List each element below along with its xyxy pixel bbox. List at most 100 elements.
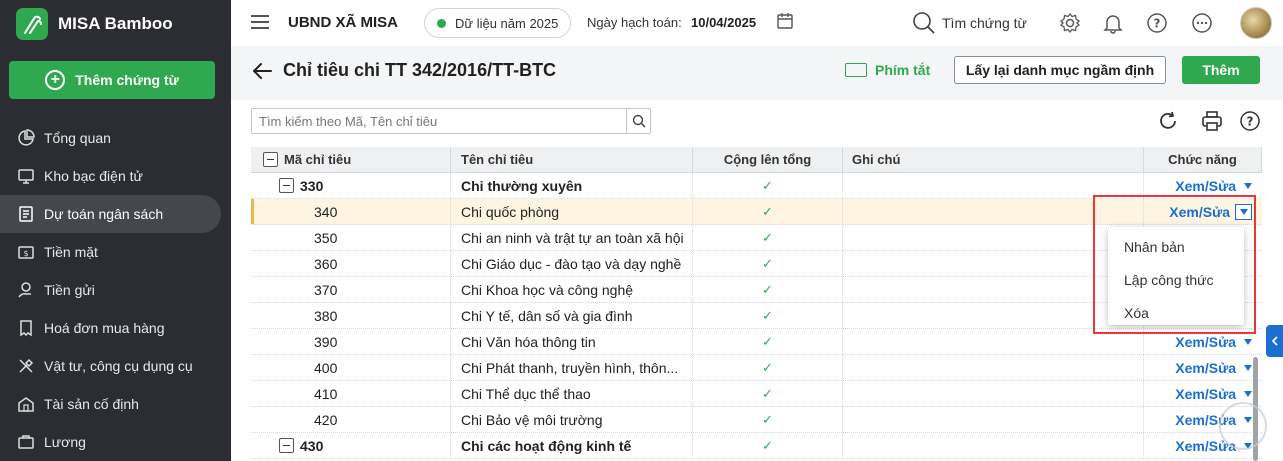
column-header-action: Chức năng xyxy=(1144,147,1262,172)
sidebar-item-deposit[interactable]: Tiền gửi xyxy=(0,271,231,309)
view-edit-link[interactable]: Xem/Sửa xyxy=(1175,178,1236,194)
voucher-search[interactable]: Tìm chứng từ xyxy=(912,11,1027,35)
sidebar-item-label: Tiền gửi xyxy=(44,282,95,298)
accounting-date-value[interactable]: 10/04/2025 xyxy=(691,15,756,30)
menu-item-delete[interactable]: Xóa xyxy=(1108,296,1244,329)
page-title: Chỉ tiêu chi TT 342/2016/TT-BTC xyxy=(283,60,557,80)
chevron-down-icon[interactable] xyxy=(1244,364,1252,371)
column-header-code[interactable]: Mã chỉ tiêu xyxy=(251,147,451,172)
salary-icon xyxy=(16,432,36,452)
cell-sum: ✓ xyxy=(693,277,843,302)
check-icon: ✓ xyxy=(762,411,773,427)
code-text: 420 xyxy=(314,411,338,428)
sidebar-item-assets[interactable]: Tài sản cố định xyxy=(0,385,231,423)
sidebar-item-overview[interactable]: Tổng quan xyxy=(0,119,231,157)
column-header-note[interactable]: Ghi chú xyxy=(843,147,1144,172)
search-button[interactable] xyxy=(626,109,650,133)
brand[interactable]: MISA Bamboo xyxy=(16,8,173,40)
table-row[interactable]: 410 Chi Thể dục thể thao ✓ Xem/Sửa xyxy=(251,381,1262,407)
sidebar-item-treasury[interactable]: Kho bạc điện tử xyxy=(0,157,231,195)
view-edit-link[interactable]: Xem/Sửa xyxy=(1169,204,1230,220)
sidebar-item-salary[interactable]: Lương xyxy=(0,423,231,461)
add-button[interactable]: Thêm xyxy=(1182,56,1260,84)
bell-icon[interactable] xyxy=(1102,12,1124,34)
table-row[interactable]: 400 Chi Phát thanh, truyền hình, thôn... ✓… xyxy=(251,355,1262,381)
help-icon[interactable]: ? xyxy=(1239,110,1261,132)
cell-sum: ✓ xyxy=(693,225,843,250)
search-icon xyxy=(632,114,646,128)
help-icon[interactable]: ? xyxy=(1146,12,1168,34)
menu-item-formula[interactable]: Lập công thức xyxy=(1108,263,1244,296)
cell-note xyxy=(843,199,1144,224)
chevron-down-icon[interactable] xyxy=(1235,203,1252,220)
add-voucher-button[interactable]: + Thêm chứng từ xyxy=(9,61,215,99)
shortcut-button[interactable]: Phím tắt xyxy=(845,62,930,78)
organization-name[interactable]: UBND XÃ MISA xyxy=(288,14,398,31)
table-row[interactable]: 390 Chi Văn hóa thông tin ✓ Xem/Sửa xyxy=(251,329,1262,355)
sidebar-item-tools[interactable]: Vật tư, công cụ dụng cụ xyxy=(0,347,231,385)
side-panel-toggle[interactable] xyxy=(1266,325,1283,357)
calendar-icon[interactable] xyxy=(776,12,794,30)
cell-code: 420 xyxy=(251,407,451,432)
view-edit-link[interactable]: Xem/Sửa xyxy=(1175,360,1236,376)
menu-icon[interactable] xyxy=(251,15,269,29)
reset-default-button[interactable]: Lấy lại danh mục ngầm định xyxy=(954,56,1166,84)
budget-icon xyxy=(16,204,36,224)
table-row[interactable]: 340 Chi quốc phòng ✓ Xem/Sửa xyxy=(251,199,1262,225)
sidebar-item-label: Kho bạc điện tử xyxy=(44,168,143,184)
svg-text:?: ? xyxy=(1247,115,1254,129)
avatar[interactable] xyxy=(1240,7,1272,39)
gear-icon[interactable] xyxy=(1059,12,1081,34)
check-icon: ✓ xyxy=(762,333,773,349)
cell-code: 380 xyxy=(251,303,451,328)
cell-action: Xem/Sửa xyxy=(1144,173,1262,198)
view-edit-link[interactable]: Xem/Sửa xyxy=(1175,386,1236,402)
collapse-icon[interactable] xyxy=(279,438,294,453)
cell-note xyxy=(843,225,1144,250)
status-dot-icon xyxy=(437,18,446,28)
cell-code: 370 xyxy=(251,277,451,302)
cell-sum: ✓ xyxy=(693,355,843,380)
cell-note xyxy=(843,355,1144,380)
sidebar-item-invoice[interactable]: Hoá đơn mua hàng xyxy=(0,309,231,347)
table-row[interactable]: 420 Chi Bảo vệ môi trường ✓ Xem/Sửa xyxy=(251,407,1262,433)
monitor-icon xyxy=(16,166,36,186)
column-header-sum[interactable]: Cộng lên tổng xyxy=(693,147,843,172)
chevron-left-icon xyxy=(1271,336,1278,346)
bamboo-logo-icon xyxy=(16,8,48,40)
table-row[interactable]: 330 Chi thường xuyên ✓ Xem/Sửa xyxy=(251,173,1262,199)
sidebar: MISA Bamboo + Thêm chứng từ Tổng quan Kh… xyxy=(0,0,231,461)
cash-icon: $ xyxy=(16,242,36,262)
view-edit-link[interactable]: Xem/Sửa xyxy=(1175,334,1236,350)
sidebar-item-cash[interactable]: $ Tiền mặt xyxy=(0,233,231,271)
cell-name: Chi an ninh và trật tự an toàn xã hội xyxy=(451,225,693,250)
cell-sum: ✓ xyxy=(693,381,843,406)
collapse-all-icon[interactable] xyxy=(263,152,278,167)
chevron-down-icon[interactable] xyxy=(1244,338,1252,345)
table-row[interactable]: 430 Chi các hoạt động kinh tế ✓ Xem/Sửa xyxy=(251,433,1262,459)
cell-name: Chi Y tế, dân số và gia đình xyxy=(451,303,693,328)
sidebar-nav: Tổng quan Kho bạc điện tử Dự toán ngân s… xyxy=(0,119,231,461)
more-icon[interactable] xyxy=(1191,12,1213,34)
back-arrow-icon[interactable] xyxy=(251,60,273,82)
menu-item-duplicate[interactable]: Nhân bản xyxy=(1108,230,1244,263)
code-text: 340 xyxy=(314,203,338,220)
check-icon: ✓ xyxy=(762,203,773,219)
column-header-name[interactable]: Tên chỉ tiêu xyxy=(451,147,693,172)
cell-name: Chi Khoa học và công nghệ xyxy=(451,277,693,302)
refresh-icon[interactable] xyxy=(1157,110,1179,132)
sidebar-item-budget[interactable]: Dự toán ngân sách xyxy=(0,195,221,233)
data-year-selector[interactable]: Dữ liệu năm 2025 xyxy=(424,8,571,38)
chevron-down-icon[interactable] xyxy=(1244,390,1252,397)
cell-note xyxy=(843,277,1144,302)
collapse-icon[interactable] xyxy=(279,178,294,193)
cell-sum: ✓ xyxy=(693,251,843,276)
svg-text:?: ? xyxy=(1154,17,1161,31)
cell-name: Chi Thể dục thể thao xyxy=(451,381,693,406)
print-icon[interactable] xyxy=(1201,110,1223,132)
chevron-down-icon[interactable] xyxy=(1244,182,1252,189)
cell-code: 400 xyxy=(251,355,451,380)
shortcut-label: Phím tắt xyxy=(875,62,931,78)
cell-action: Xem/Sửa xyxy=(1144,199,1262,224)
search-input[interactable] xyxy=(252,109,626,133)
